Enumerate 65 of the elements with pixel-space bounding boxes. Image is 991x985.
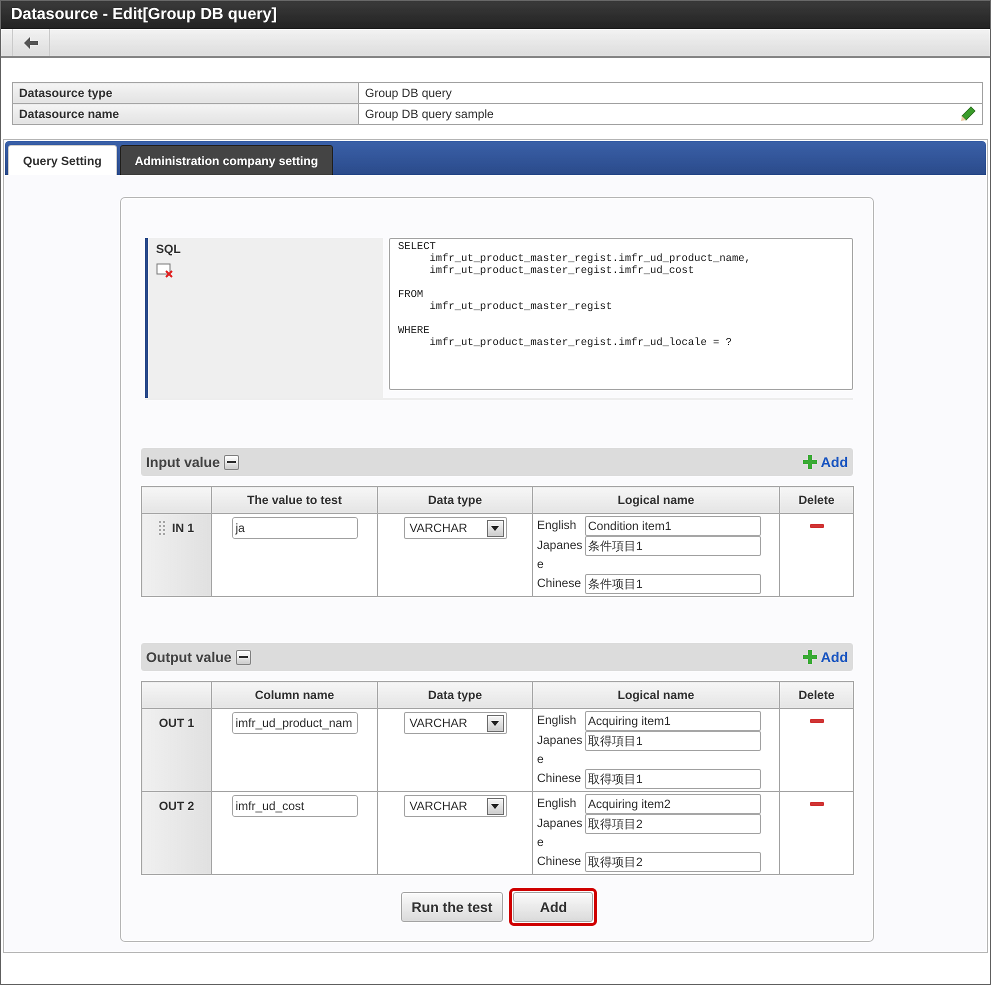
back-button[interactable]	[12, 29, 50, 56]
dropdown-arrow-icon	[491, 804, 499, 808]
input-field[interactable]: ja	[232, 517, 358, 539]
pencil-icon[interactable]	[960, 106, 976, 122]
add-link[interactable]: Add	[802, 649, 848, 665]
language-label: English	[537, 517, 578, 534]
language-label: Chinese	[537, 575, 582, 592]
column-header: Logical name	[532, 486, 780, 514]
row-label: OUT 2	[158, 799, 194, 813]
section-title: Output value	[146, 649, 232, 665]
column-header: Column name	[212, 682, 378, 708]
column-header: Delete	[780, 682, 854, 708]
tab[interactable]: Query Setting	[8, 145, 117, 175]
data-type-select[interactable]: VARCHAR	[404, 517, 506, 539]
column-header: Data type	[378, 682, 532, 708]
language-label: Japanese	[537, 815, 584, 851]
field-label: Datasource name	[12, 104, 358, 124]
language-label: Chinese	[537, 853, 582, 870]
left-arrow-icon	[24, 36, 38, 48]
language-label: English	[537, 712, 578, 729]
plus-icon	[802, 650, 817, 664]
minus-icon	[810, 802, 824, 806]
logical-name-field[interactable]: Acquiring item1	[585, 711, 761, 731]
data-type-select[interactable]: VARCHAR	[404, 712, 506, 734]
language-label: Japanese	[537, 732, 584, 768]
input-field[interactable]: imfr_ud_cost	[232, 795, 358, 817]
dropdown-arrow-icon	[491, 720, 499, 726]
collapse-icon[interactable]	[224, 454, 239, 470]
add-link[interactable]: Add	[802, 454, 848, 470]
field-text: Group DB query sample	[365, 107, 494, 121]
sql-label: SQL	[156, 242, 182, 256]
clear-icon[interactable]	[156, 262, 174, 278]
window-title: Datasource - Edit[Group DB query]	[11, 6, 277, 24]
column-header: The value to test	[212, 486, 378, 514]
section-title: Input value	[146, 454, 220, 470]
plus-icon	[802, 455, 817, 469]
column-header: Logical name	[532, 682, 780, 708]
language-label: English	[537, 795, 578, 812]
minus-icon	[810, 719, 824, 723]
column-header: Data type	[378, 486, 532, 514]
logical-name-field[interactable]: 取得项目1	[585, 769, 761, 789]
logical-name-field[interactable]: 条件项目1	[585, 574, 761, 594]
minus-icon	[810, 524, 824, 528]
tab[interactable]: Administration company setting	[120, 145, 334, 175]
logical-name-field[interactable]: Condition item1	[585, 516, 761, 536]
language-label: Chinese	[537, 770, 582, 787]
sql-text-area[interactable]: SELECT imfr_ut_product_master_regist.imfr_ud_product_name, imfr_ut_product_master_regist.imfr_ud_cost FROM imfr_ut_product_master_regist WHERE imfr_ut_product_master_regist.imfr_ud_locale = ?	[389, 238, 853, 390]
data-type-select[interactable]: VARCHAR	[404, 795, 506, 817]
language-label: Japanese	[537, 537, 584, 573]
logical-name-field[interactable]: 取得项目2	[585, 852, 761, 872]
dropdown-arrow-icon	[491, 526, 499, 530]
collapse-icon[interactable]	[236, 650, 251, 664]
action-button[interactable]: Run the test	[400, 892, 504, 922]
drag-handle-icon[interactable]	[158, 521, 165, 535]
row-label: IN 1	[172, 521, 194, 535]
field-label: Datasource type	[12, 82, 358, 104]
logical-name-field[interactable]: 条件項目1	[585, 536, 761, 556]
field-text: Group DB query	[365, 86, 452, 100]
logical-name-field[interactable]: 取得項目2	[585, 814, 761, 834]
input-field[interactable]: imfr_ud_product_nam	[232, 712, 358, 734]
logical-name-field[interactable]: 取得項目1	[585, 731, 761, 751]
column-header: Delete	[780, 486, 854, 514]
row-label: OUT 1	[158, 716, 194, 730]
action-button[interactable]: Add	[513, 892, 594, 922]
logical-name-field[interactable]: Acquiring item2	[585, 794, 761, 814]
